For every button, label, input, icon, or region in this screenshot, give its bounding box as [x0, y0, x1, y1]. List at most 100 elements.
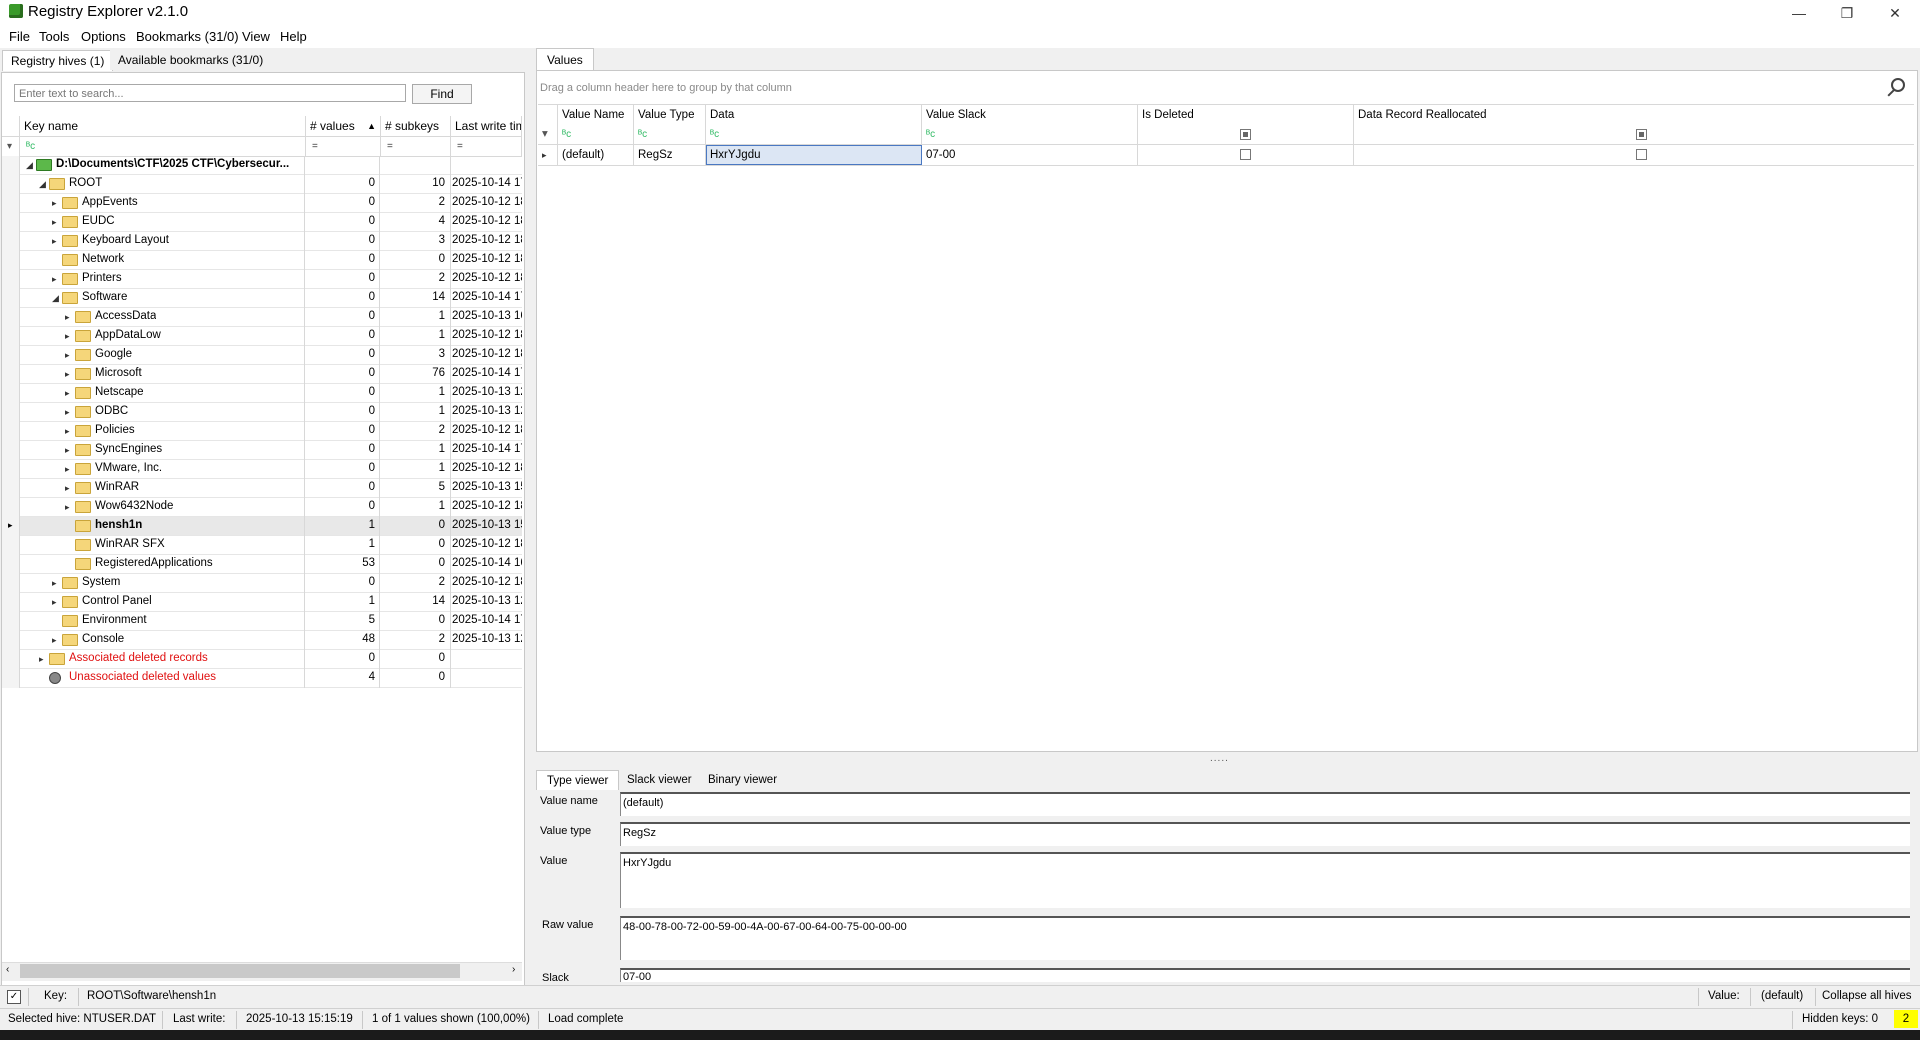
collapse-icon[interactable]: ◢	[52, 293, 59, 304]
menu-tools[interactable]: Tools	[39, 29, 69, 44]
tree-row[interactable]: ▸ Google 0 3 2025-10-12 18	[2, 346, 522, 365]
raw-value-field[interactable]: 48-00-78-00-72-00-59-00-4A-00-67-00-64-0…	[620, 916, 1910, 960]
value-name-field[interactable]: (default)	[620, 792, 1910, 816]
filter-key-name[interactable]: ᴮᴄ	[20, 137, 306, 156]
column-key-name[interactable]: Key name	[20, 116, 306, 136]
tree-row[interactable]: Unassociated deleted values 4 0	[2, 669, 522, 688]
sync-checkbox[interactable]: ✓	[7, 990, 21, 1004]
search-input[interactable]: Enter text to search...	[14, 84, 406, 102]
collapse-icon[interactable]: ◢	[26, 160, 33, 171]
expand-icon[interactable]: ▸	[65, 331, 70, 342]
column-value-name[interactable]: Value Name	[558, 105, 634, 125]
tree-row[interactable]: ▸ ODBC 0 1 2025-10-13 12	[2, 403, 522, 422]
menu-file[interactable]: File	[9, 29, 30, 44]
tree-row[interactable]: ▸ SyncEngines 0 1 2025-10-14 17	[2, 441, 522, 460]
tree-row[interactable]: ▸ hensh1n 1 0 2025-10-13 15	[2, 517, 522, 536]
tree-row[interactable]: ◢ ROOT 0 10 2025-10-14 17	[2, 175, 522, 194]
is-deleted-checkbox[interactable]	[1240, 149, 1251, 160]
menu-view[interactable]: View	[242, 29, 270, 44]
expand-icon[interactable]: ▸	[65, 350, 70, 361]
slack-field[interactable]: 07-00	[620, 968, 1910, 982]
column-is-deleted[interactable]: Is Deleted	[1138, 105, 1354, 125]
tab-registry-hives[interactable]: Registry hives (1)	[2, 50, 114, 71]
tree-row[interactable]: ▸ Microsoft 0 76 2025-10-14 17	[2, 365, 522, 384]
search-icon[interactable]	[1891, 78, 1905, 92]
tree-row[interactable]: ▸ Netscape 0 1 2025-10-13 12	[2, 384, 522, 403]
value-slack-cell[interactable]: 07-00	[922, 145, 1138, 165]
tab-binary-viewer[interactable]: Binary viewer	[698, 770, 787, 790]
value-type-field[interactable]: RegSz	[620, 822, 1910, 846]
filter-value-name[interactable]: ᴮᴄ	[558, 125, 634, 144]
expand-icon[interactable]: ▸	[65, 483, 70, 494]
expand-icon[interactable]: ▸	[52, 578, 57, 589]
expand-icon[interactable]: ▸	[52, 635, 57, 646]
tree-row[interactable]: ▸ AccessData 0 1 2025-10-13 16	[2, 308, 522, 327]
filter-subkeys[interactable]: =	[381, 137, 451, 156]
reallocated-checkbox[interactable]	[1636, 149, 1647, 160]
menu-bookmarks[interactable]: Bookmarks (31/0)	[136, 29, 239, 44]
tree-row[interactable]: ▸ EUDC 0 4 2025-10-12 18	[2, 213, 522, 232]
tree-row[interactable]: Environment 5 0 2025-10-14 17	[2, 612, 522, 631]
expand-icon[interactable]: ▸	[65, 464, 70, 475]
tree-row[interactable]: ◢ D:\Documents\CTF\2025 CTF\Cybersecur...	[2, 156, 522, 175]
tree-row[interactable]: RegisteredApplications 53 0 2025-10-14 16	[2, 555, 522, 574]
filter-is-deleted[interactable]	[1138, 125, 1354, 144]
filter-value-slack[interactable]: ᴮᴄ	[922, 125, 1138, 144]
values-row[interactable]: ▸ (default) RegSz HxrYJgdu 07-00	[538, 145, 1914, 166]
data-cell[interactable]: HxrYJgdu	[706, 145, 922, 165]
filter-values[interactable]: =	[306, 137, 381, 156]
column-data[interactable]: Data	[706, 105, 922, 125]
tab-values[interactable]: Values	[536, 48, 594, 71]
tree-row[interactable]: Network 0 0 2025-10-12 18	[2, 251, 522, 270]
tree-row[interactable]: ▸ AppDataLow 0 1 2025-10-12 18	[2, 327, 522, 346]
minimize-button[interactable]: —	[1776, 0, 1822, 26]
filter-reallocated-checkbox[interactable]	[1636, 129, 1647, 140]
column-value-slack[interactable]: Value Slack	[922, 105, 1138, 125]
filter-last-write[interactable]: =	[451, 137, 522, 156]
scrollbar-thumb[interactable]	[20, 964, 460, 978]
expand-icon[interactable]: ▸	[65, 388, 70, 399]
expand-icon[interactable]: ▸	[52, 217, 57, 228]
column-subkeys[interactable]: # subkeys	[381, 116, 451, 136]
tree-row[interactable]: ▸ Policies 0 2 2025-10-12 18	[2, 422, 522, 441]
collapse-all-hives-button[interactable]: Collapse all hives	[1822, 990, 1912, 1002]
filter-reallocated[interactable]	[1354, 125, 1914, 144]
panel-splitter[interactable]: .....	[1210, 753, 1229, 764]
tab-slack-viewer[interactable]: Slack viewer	[617, 770, 702, 790]
collapse-icon[interactable]: ◢	[39, 179, 46, 190]
tree-row[interactable]: ▸ AppEvents 0 2 2025-10-12 18	[2, 194, 522, 213]
tab-type-viewer[interactable]: Type viewer	[536, 770, 620, 791]
column-values[interactable]: # values ▲	[306, 116, 381, 136]
menu-options[interactable]: Options	[81, 29, 126, 44]
tab-available-bookmarks[interactable]: Available bookmarks (31/0)	[110, 50, 272, 70]
close-button[interactable]: ✕	[1872, 0, 1918, 26]
scroll-left-icon[interactable]: ‹	[6, 964, 9, 975]
is-deleted-cell[interactable]	[1138, 145, 1354, 165]
column-value-type[interactable]: Value Type	[634, 105, 706, 125]
tree-row[interactable]: ▸ Keyboard Layout 0 3 2025-10-12 18	[2, 232, 522, 251]
expand-icon[interactable]: ▸	[65, 407, 70, 418]
tree-row[interactable]: ▸ Associated deleted records 0 0	[2, 650, 522, 669]
value-type-cell[interactable]: RegSz	[634, 145, 706, 165]
tree-row[interactable]: ▸ Control Panel 1 14 2025-10-13 12	[2, 593, 522, 612]
find-button[interactable]: Find	[412, 84, 472, 104]
filter-data[interactable]: ᴮᴄ	[706, 125, 922, 144]
expand-icon[interactable]: ▸	[65, 369, 70, 380]
tree-row[interactable]: ▸ Printers 0 2 2025-10-12 18	[2, 270, 522, 289]
tree-row[interactable]: ▸ WinRAR 0 5 2025-10-13 15	[2, 479, 522, 498]
scroll-right-icon[interactable]: ›	[512, 964, 515, 975]
expand-icon[interactable]: ▸	[52, 597, 57, 608]
row-expand-icon[interactable]: ▸	[538, 145, 558, 165]
tree-row[interactable]: ▸ Wow6432Node 0 1 2025-10-12 18	[2, 498, 522, 517]
tree-row[interactable]: ▸ Console 48 2 2025-10-13 12	[2, 631, 522, 650]
expand-icon[interactable]: ▸	[65, 312, 70, 323]
expand-icon[interactable]: ▸	[65, 445, 70, 456]
column-data-record-reallocated[interactable]: Data Record Reallocated	[1354, 105, 1914, 125]
tree-row[interactable]: ◢ Software 0 14 2025-10-14 17	[2, 289, 522, 308]
value-name-cell[interactable]: (default)	[558, 145, 634, 165]
tree-row[interactable]: ▸ System 0 2 2025-10-12 18	[2, 574, 522, 593]
expand-icon[interactable]: ▸	[39, 654, 44, 665]
column-last-write[interactable]: Last write time	[451, 116, 522, 136]
maximize-button[interactable]: ❐	[1824, 0, 1870, 26]
reallocated-cell[interactable]	[1354, 145, 1914, 165]
